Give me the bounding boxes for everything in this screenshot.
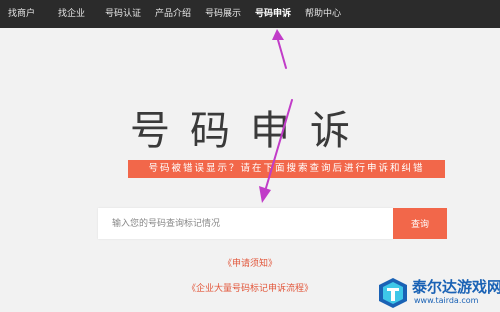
annotation-arrow-to-nav (272, 29, 287, 69)
nav-item-number-display[interactable]: 号码展示 (205, 0, 241, 28)
watermark-url: www.tairda.com (414, 296, 479, 305)
page-subtitle-banner: 号码被错误显示？请在下面搜索查询后进行申诉和纠错 (128, 160, 445, 178)
search-button[interactable]: 查询 (393, 208, 447, 239)
search-input[interactable] (98, 208, 393, 239)
watermark-name: 泰尔达游戏网 (412, 278, 500, 296)
nav-item-number-appeal[interactable]: 号码申诉 (255, 0, 291, 28)
page-title: 号码申诉 (130, 108, 370, 154)
watermark-logo-icon (379, 278, 407, 308)
nav-item-product-intro[interactable]: 产品介绍 (155, 0, 191, 28)
top-nav-bar: 找商户 找企业 号码认证 产品介绍 号码展示 号码申诉 帮助中心 (0, 0, 500, 28)
apply-notice-link[interactable]: 《申请须知》 (0, 256, 500, 269)
nav-item-number-verification[interactable]: 号码认证 (105, 0, 141, 28)
nav-item-find-company[interactable]: 找企业 (58, 0, 85, 28)
nav-item-find-merchant[interactable]: 找商户 (8, 0, 35, 28)
nav-item-help-center[interactable]: 帮助中心 (305, 0, 341, 28)
